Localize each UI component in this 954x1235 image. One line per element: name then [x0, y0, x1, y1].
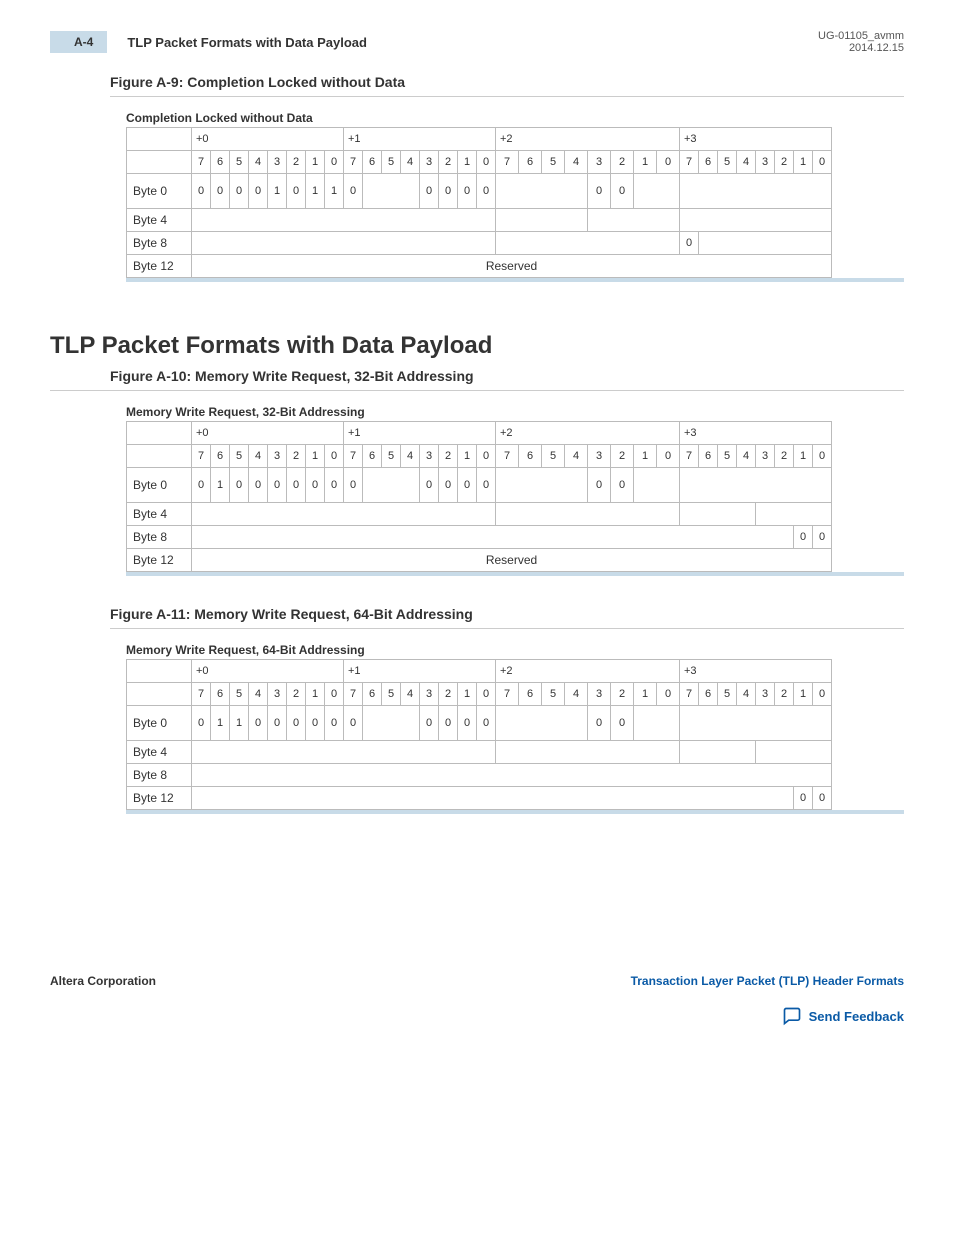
page-header: A-4 TLP Packet Formats with Data Payload…: [50, 30, 904, 54]
footer-left: Altera Corporation: [50, 974, 156, 988]
send-feedback-link[interactable]: Send Feedback: [781, 1006, 904, 1026]
header-title: TLP Packet Formats with Data Payload: [127, 35, 367, 50]
table-bottom-bar: [126, 572, 904, 576]
figure-a11-caption: Memory Write Request, 64-Bit Addressing: [126, 643, 904, 657]
byte12-row: Byte 12 00: [127, 787, 832, 810]
figure-a10-caption: Memory Write Request, 32-Bit Addressing: [126, 405, 904, 419]
page-number-tag: A-4: [50, 31, 107, 53]
rule: [50, 390, 904, 391]
figure-a9-title: Figure A-9: Completion Locked without Da…: [110, 74, 904, 90]
table-bottom-bar: [126, 810, 904, 814]
rule: [110, 96, 904, 97]
page-footer: Altera Corporation Transaction Layer Pac…: [50, 974, 904, 988]
byte12-row: Byte 12 Reserved: [127, 549, 832, 572]
doc-id: UG-01105_avmm: [818, 30, 904, 42]
footer-link[interactable]: Transaction Layer Packet (TLP) Header Fo…: [631, 974, 904, 988]
table-bottom-bar: [126, 278, 904, 282]
byte8-row: Byte 8: [127, 764, 832, 787]
figure-a11-title: Figure A-11: Memory Write Request, 64-Bi…: [110, 606, 904, 622]
byte0-row: Byte 0 01000000 00000 00: [127, 468, 832, 503]
doc-date: 2014.12.15: [818, 42, 904, 54]
byte0-row: Byte 0 00001011 00000 00: [127, 174, 832, 209]
byte4-row: Byte 4: [127, 741, 832, 764]
byte8-row: Byte 8 0: [127, 232, 832, 255]
feedback-icon: [781, 1006, 803, 1026]
byte0-row: Byte 0 01100000 00000 00: [127, 706, 832, 741]
bit-label-row: 76543210 76543210 76543210 76543210: [127, 151, 832, 174]
figure-a9-caption: Completion Locked without Data: [126, 111, 904, 125]
rule: [110, 628, 904, 629]
figure-a9-table: +0 +1 +2 +3 76543210 76543210 76543210 7…: [126, 127, 832, 278]
figure-a11-table: +0 +1 +2 +3 76543210 76543210 76543210 7…: [126, 659, 832, 810]
byte-header-row: +0 +1 +2 +3: [127, 128, 832, 151]
byte12-row: Byte 12 Reserved: [127, 255, 832, 278]
byte4-row: Byte 4: [127, 209, 832, 232]
header-docinfo: UG-01105_avmm 2014.12.15: [818, 30, 904, 54]
figure-a10-title: Figure A-10: Memory Write Request, 32-Bi…: [110, 368, 904, 384]
figure-a10-table: +0 +1 +2 +3 76543210 76543210 76543210 7…: [126, 421, 832, 572]
byte4-row: Byte 4: [127, 503, 832, 526]
section-heading: TLP Packet Formats with Data Payload: [50, 332, 904, 360]
byte8-row: Byte 8 00: [127, 526, 832, 549]
